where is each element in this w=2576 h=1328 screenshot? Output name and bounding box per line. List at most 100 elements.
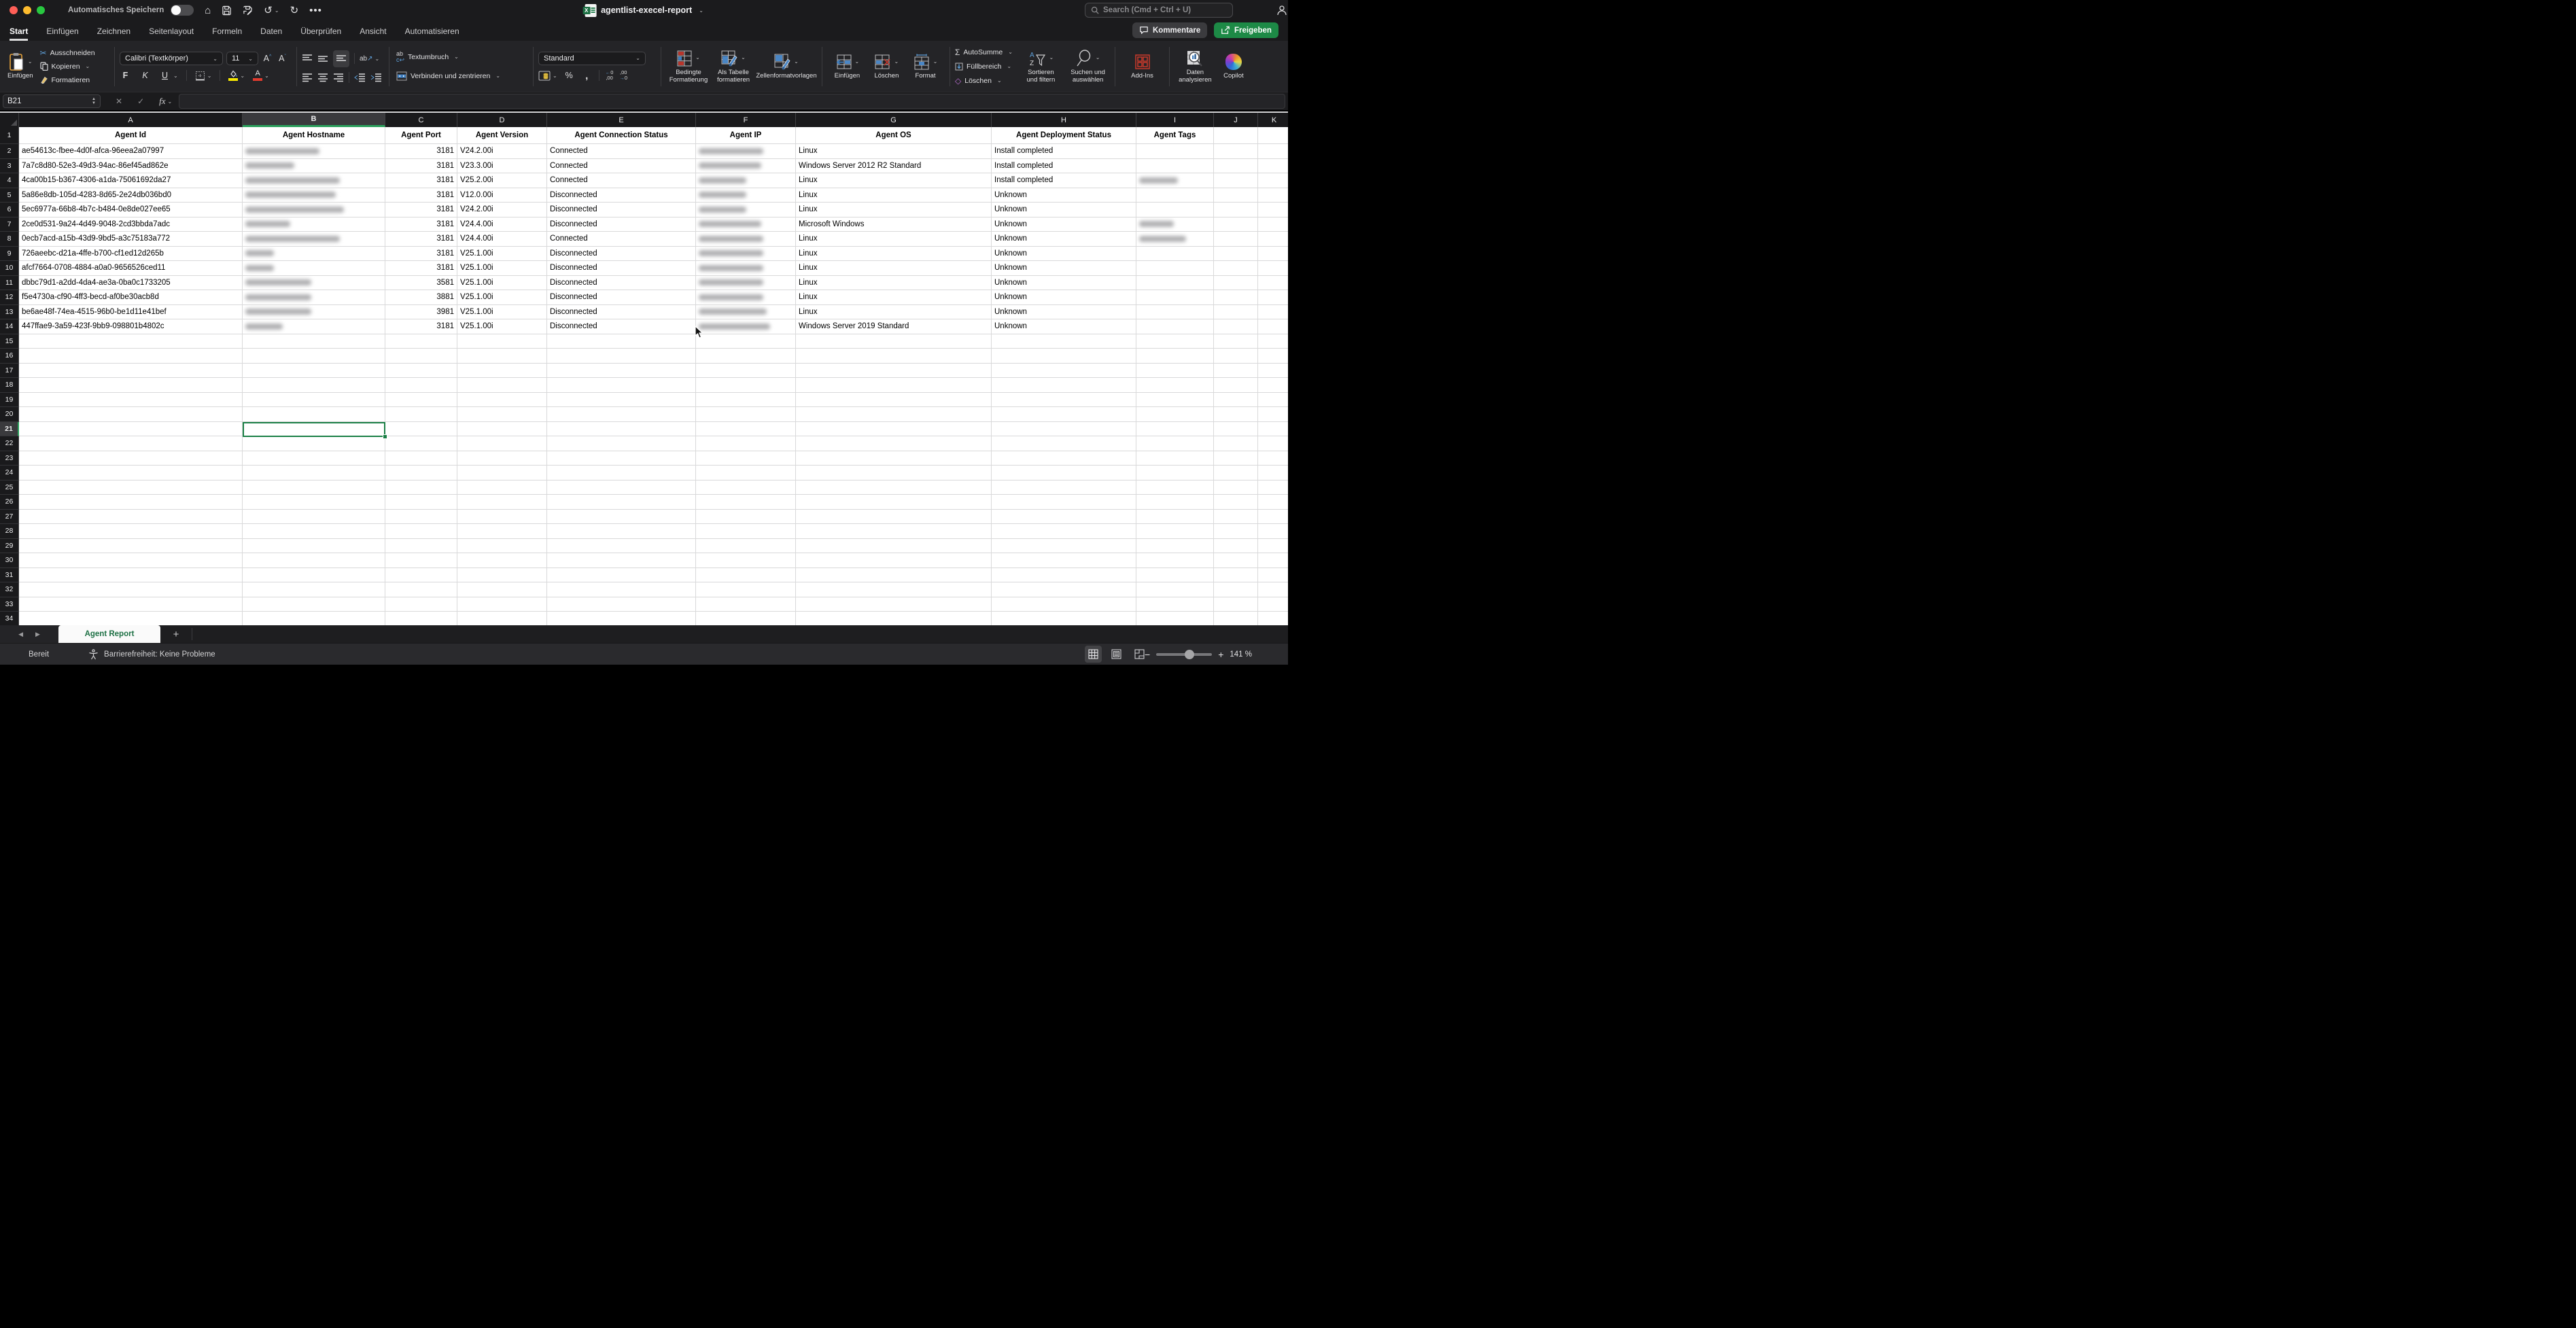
cell[interactable]: V25.1.00i — [457, 261, 547, 276]
insert-function-caret-icon[interactable]: ⌄ — [168, 99, 173, 105]
wrap-text-caret-icon[interactable]: ⌄ — [454, 54, 459, 60]
cell[interactable] — [547, 567, 696, 582]
cell[interactable]: V25.1.00i — [457, 290, 547, 305]
cell[interactable] — [1136, 421, 1214, 436]
cell[interactable] — [1214, 363, 1258, 378]
format-cells-caret-icon[interactable]: ⌄ — [933, 58, 938, 65]
cell[interactable] — [696, 173, 796, 188]
cell[interactable] — [1258, 261, 1288, 276]
orientation-button[interactable]: ab↗ ⌄ — [360, 55, 379, 63]
cell[interactable] — [1214, 392, 1258, 407]
cell[interactable] — [19, 378, 243, 393]
row-header-20[interactable]: 20 — [0, 407, 19, 422]
cell[interactable] — [385, 480, 457, 495]
cell[interactable] — [1258, 582, 1288, 597]
cell[interactable] — [796, 524, 992, 539]
cell[interactable] — [547, 524, 696, 539]
cell[interactable] — [243, 334, 385, 349]
cell[interactable]: 7a7c8d80-52e3-49d3-94ac-86ef45ad862e — [19, 158, 243, 173]
cell[interactable]: Agent Version — [457, 127, 547, 144]
cell[interactable]: Windows Server 2012 R2 Standard — [796, 158, 992, 173]
cell[interactable]: f5e4730a-cf90-4ff3-becd-af0be30acb8d — [19, 290, 243, 305]
row-header-18[interactable]: 18 — [0, 378, 19, 393]
cell[interactable] — [243, 158, 385, 173]
align-middle-icon[interactable] — [317, 54, 328, 63]
cell[interactable]: Connected — [547, 144, 696, 159]
cell[interactable] — [19, 597, 243, 612]
cell[interactable]: 3181 — [385, 232, 457, 247]
row-header-34[interactable]: 34 — [0, 612, 19, 627]
font-color-caret-icon[interactable]: ⌄ — [264, 73, 269, 79]
cell[interactable] — [1136, 582, 1214, 597]
font-size-select[interactable]: 11 ⌄ — [226, 52, 258, 65]
cell[interactable] — [1258, 378, 1288, 393]
cell[interactable] — [1136, 524, 1214, 539]
row-header-23[interactable]: 23 — [0, 451, 19, 466]
cell[interactable]: Unknown — [992, 290, 1136, 305]
cell[interactable] — [796, 378, 992, 393]
cell[interactable]: Unknown — [992, 304, 1136, 319]
cell[interactable] — [992, 553, 1136, 568]
row-header-3[interactable]: 3 — [0, 158, 19, 173]
cell[interactable] — [1136, 392, 1214, 407]
cell[interactable] — [696, 290, 796, 305]
cell[interactable] — [243, 466, 385, 480]
fill-handle[interactable] — [383, 434, 387, 439]
cell[interactable]: Disconnected — [547, 246, 696, 261]
cell[interactable] — [457, 421, 547, 436]
cell[interactable] — [1214, 127, 1258, 144]
row-header-1[interactable]: 1 — [0, 127, 19, 144]
cell[interactable] — [243, 304, 385, 319]
cell[interactable] — [1214, 567, 1258, 582]
cell[interactable] — [1214, 524, 1258, 539]
window-minimize-button[interactable] — [23, 6, 31, 14]
cell[interactable] — [385, 378, 457, 393]
accounting-format-caret-icon[interactable]: ⌄ — [553, 73, 557, 79]
cell[interactable]: 3881 — [385, 290, 457, 305]
cell[interactable] — [1214, 612, 1258, 627]
cell[interactable] — [1258, 247, 1288, 261]
cell[interactable] — [1214, 509, 1258, 524]
cell[interactable]: 3981 — [385, 304, 457, 319]
cell[interactable] — [1136, 363, 1214, 378]
cell[interactable] — [796, 407, 992, 422]
cell[interactable] — [243, 392, 385, 407]
cell[interactable] — [547, 466, 696, 480]
search-input[interactable]: Search (Cmd + Ctrl + U) — [1085, 3, 1233, 18]
ribbon-tab-formeln[interactable]: Formeln — [212, 27, 242, 41]
cell[interactable] — [547, 407, 696, 422]
cell[interactable] — [243, 597, 385, 612]
cell[interactable] — [696, 597, 796, 612]
cell[interactable] — [243, 363, 385, 378]
zoom-in-icon[interactable]: + — [1218, 649, 1223, 660]
italic-button[interactable]: K — [139, 71, 151, 80]
cell[interactable]: Linux — [796, 304, 992, 319]
cell[interactable]: Connected — [547, 232, 696, 247]
cell[interactable]: 4ca00b15-b367-4306-a1da-75061692da27 — [19, 173, 243, 188]
cell[interactable] — [457, 509, 547, 524]
cell[interactable] — [992, 392, 1136, 407]
cell[interactable]: 447ffae9-3a59-423f-9bb9-098801b4802c — [19, 319, 243, 334]
cell[interactable] — [19, 466, 243, 480]
cell[interactable]: Disconnected — [547, 261, 696, 276]
cell[interactable] — [1136, 232, 1214, 247]
cell[interactable] — [992, 538, 1136, 553]
cell[interactable] — [992, 421, 1136, 436]
copy-caret-icon[interactable]: ⌄ — [86, 63, 90, 69]
cell[interactable] — [243, 436, 385, 451]
cell[interactable] — [696, 334, 796, 349]
cell[interactable] — [457, 363, 547, 378]
conditional-formatting-button[interactable]: ⌄ Bedingte Formatierung — [666, 49, 711, 84]
cell[interactable]: V24.4.00i — [457, 217, 547, 232]
row-header-29[interactable]: 29 — [0, 538, 19, 553]
cell[interactable]: afcf7664-0708-4884-a0a0-9656526ced11 — [19, 261, 243, 276]
cell[interactable] — [1136, 304, 1214, 319]
cell[interactable] — [696, 509, 796, 524]
cell[interactable] — [457, 480, 547, 495]
cell[interactable] — [19, 553, 243, 568]
cell[interactable] — [547, 612, 696, 627]
cell[interactable] — [1258, 305, 1288, 319]
find-select-caret-icon[interactable]: ⌄ — [1096, 54, 1100, 61]
cell[interactable]: 3181 — [385, 203, 457, 217]
row-header-4[interactable]: 4 — [0, 173, 19, 188]
